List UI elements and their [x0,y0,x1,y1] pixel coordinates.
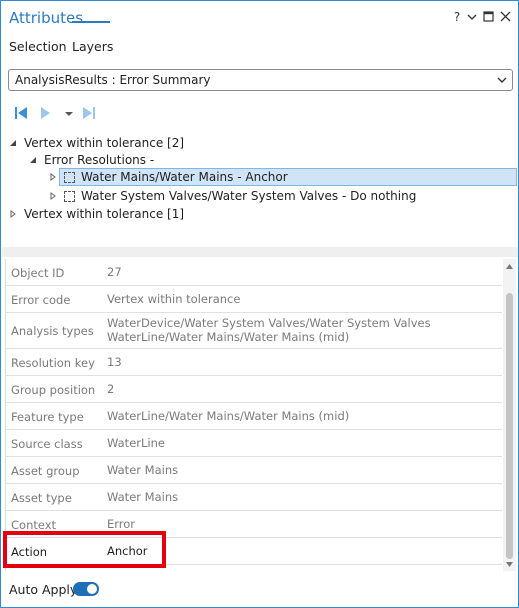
tree-node-do-nothing[interactable]: Water System Valves/Water System Valves … [49,187,509,205]
tree-node-anchor[interactable]: Water Mains/Water Mains - Anchor [49,168,509,186]
tree-node-group[interactable]: Vertex within tolerance [1] [9,205,309,223]
property-row[interactable]: Object ID 27 [6,259,502,286]
layer-select[interactable]: AnalysisResults : Error Summary [8,69,513,91]
scroll-thumb[interactable] [506,293,513,559]
property-row[interactable]: Source class WaterLine [6,430,502,457]
tree-node-label: Error Resolutions - [44,153,155,167]
property-row[interactable]: Analysis types WaterDevice/Water System … [6,313,502,349]
property-row[interactable]: Asset group Water Mains [6,457,502,484]
property-row[interactable]: Resolution key 13 [6,349,502,376]
tab-layers[interactable]: Layers [72,39,113,54]
attributes-pane: Attributes ? Selection Layers AnalysisRe… [0,0,519,608]
next-record-icon[interactable] [39,105,53,121]
property-key: Context [11,518,57,532]
layer-select-value: AnalysisResults : Error Summary [15,73,211,87]
property-value-line2: WaterLine/Water Mains/Water Mains (mid) [107,330,350,344]
property-row[interactable]: Feature type WaterLine/Water Mains/Water… [6,403,502,430]
next-dropdown-icon[interactable] [64,105,74,121]
toggle-knob [87,584,97,594]
auto-apply-label: Auto Apply [9,582,78,597]
property-value: Error [107,517,136,531]
property-key: Analysis types [11,324,94,338]
vertical-scrollbar[interactable] [503,259,516,571]
last-record-icon[interactable] [81,105,97,121]
property-value: Vertex within tolerance [107,292,241,306]
tree-node-label: Vertex within tolerance [1] [24,207,185,221]
property-key: Group position [11,383,96,397]
property-key: Resolution key [11,356,95,370]
property-value: Water Mains [107,463,179,477]
auto-apply-toggle[interactable] [73,582,99,596]
collapsed-icon[interactable] [49,192,57,200]
property-value: 27 [107,265,122,279]
property-key: Asset group [11,464,80,478]
tree-node-label: Water Mains/Water Mains - Anchor [81,170,288,184]
property-key: Feature type [11,410,84,424]
scroll-up-icon[interactable] [505,263,514,270]
record-navigation [11,105,111,125]
property-key: Asset type [11,491,72,505]
feature-icon [64,191,75,202]
first-record-icon[interactable] [13,105,29,121]
tree-node-label: Water System Valves/Water System Valves … [81,189,417,203]
chevron-down-icon [497,77,507,83]
collapsed-icon[interactable] [49,173,57,181]
active-tab-indicator [72,21,110,23]
property-row[interactable]: Group position 2 [6,376,502,403]
feature-icon [64,172,75,183]
pane-title: Attributes [9,9,84,27]
expanded-icon[interactable] [29,156,37,164]
property-value: 2 [107,382,115,396]
tree-node-label: Vertex within tolerance [2] [24,136,185,150]
expanded-icon[interactable] [9,139,17,147]
action-highlight-box [3,531,166,568]
property-grid: Object ID 27 Error code Vertex within to… [5,259,502,571]
collapsed-icon[interactable] [9,210,17,218]
property-value: 13 [107,355,122,369]
scroll-down-icon[interactable] [505,561,514,568]
close-icon[interactable] [498,9,512,25]
chevron-down-icon[interactable] [465,9,479,25]
tab-selection[interactable]: Selection [9,39,67,54]
maximize-icon[interactable] [481,9,495,25]
property-value: WaterDevice/Water System Valves/Water Sy… [107,316,431,330]
help-button[interactable]: ? [450,9,464,25]
title-bar: Attributes ? [1,1,518,35]
tree-node-group[interactable]: Vertex within tolerance [2] [9,134,309,152]
property-row[interactable]: Error code Vertex within tolerance [6,286,502,313]
property-key: Object ID [11,266,65,280]
pane-splitter[interactable] [2,247,518,257]
property-key: Source class [11,437,83,451]
tree-node-resolutions[interactable]: Error Resolutions - [29,151,329,169]
property-row[interactable]: Asset type Water Mains [6,484,502,511]
property-value: WaterLine/Water Mains/Water Mains (mid) [107,409,350,423]
property-value: Water Mains [107,490,179,504]
property-value: WaterLine [107,436,165,450]
property-key: Error code [11,293,71,307]
